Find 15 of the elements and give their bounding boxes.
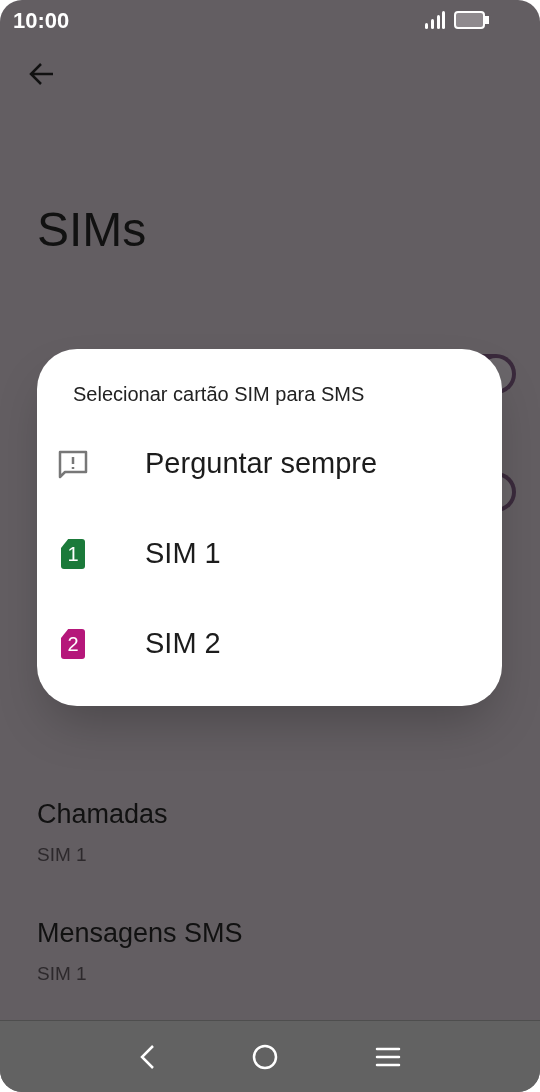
dialog-option[interactable]: Perguntar sempre — [37, 419, 502, 509]
page-title: SIMs — [36, 206, 148, 254]
dialog-option[interactable]: 1 SIM 1 — [37, 509, 502, 599]
message-alert-icon — [57, 449, 89, 479]
back-arrow-icon[interactable] — [28, 62, 54, 86]
sim-card-icon: 1 — [61, 539, 85, 569]
dialog-option[interactable]: 2 SIM 2 — [37, 599, 502, 689]
sim-card-icon: 2 — [61, 629, 85, 659]
battery-icon — [454, 11, 489, 29]
menu-icon[interactable] — [375, 1045, 402, 1068]
back-icon[interactable] — [138, 1043, 155, 1070]
signal-icon — [425, 11, 445, 29]
dialog-title: Selecionar cartão SIM para SMS — [72, 382, 366, 407]
home-icon[interactable] — [252, 1043, 278, 1070]
status-time: 10:00 — [13, 6, 70, 35]
